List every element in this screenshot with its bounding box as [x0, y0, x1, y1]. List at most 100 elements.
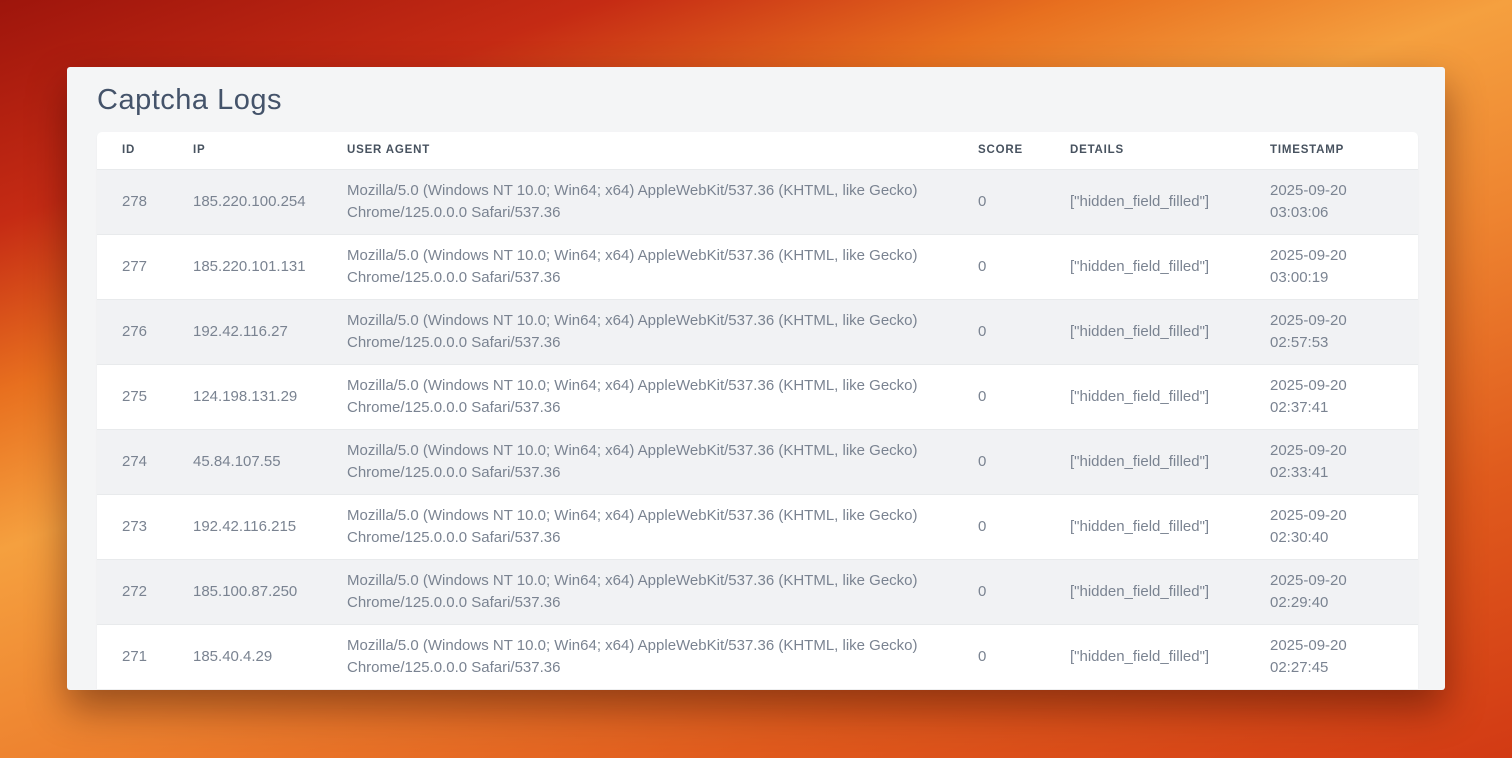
- cell-id: 275: [97, 364, 168, 429]
- table-row: 275 124.198.131.29 Mozilla/5.0 (Windows …: [97, 364, 1418, 429]
- cell-id: 274: [97, 429, 168, 494]
- cell-ip-text: 185.100.87.250: [193, 581, 297, 603]
- cell-timestamp: 2025-09-20 02:33:41: [1245, 429, 1418, 494]
- table-row: 272 185.100.87.250 Mozilla/5.0 (Windows …: [97, 559, 1418, 624]
- cell-ip: 185.220.101.131: [168, 234, 322, 299]
- cell-user-agent: Mozilla/5.0 (Windows NT 10.0; Win64; x64…: [322, 169, 953, 234]
- cell-id-text: 273: [122, 516, 147, 538]
- captcha-logs-table: ID IP USER AGENT SCORE DETAILS TIMESTAMP…: [97, 132, 1418, 689]
- cell-timestamp: 2025-09-20 03:03:06: [1245, 169, 1418, 234]
- cell-ip: 124.198.131.29: [168, 364, 322, 429]
- cell-user-agent-text: Mozilla/5.0 (Windows NT 10.0; Win64; x64…: [347, 505, 933, 549]
- cell-timestamp-text: 2025-09-20 02:27:45: [1270, 635, 1370, 679]
- cell-details: ["hidden_field_filled"]: [1045, 169, 1245, 234]
- cell-ip-text: 185.220.100.254: [193, 191, 306, 213]
- cell-score: 0: [953, 299, 1045, 364]
- cell-timestamp-text: 2025-09-20 03:03:06: [1270, 180, 1370, 224]
- cell-timestamp: 2025-09-20 03:00:19: [1245, 234, 1418, 299]
- cell-user-agent-text: Mozilla/5.0 (Windows NT 10.0; Win64; x64…: [347, 180, 933, 224]
- cell-user-agent-text: Mozilla/5.0 (Windows NT 10.0; Win64; x64…: [347, 635, 933, 679]
- cell-score-text: 0: [978, 386, 986, 408]
- column-header-user-agent: USER AGENT: [322, 132, 953, 169]
- cell-user-agent-text: Mozilla/5.0 (Windows NT 10.0; Win64; x64…: [347, 310, 933, 354]
- cell-id: 276: [97, 299, 168, 364]
- cell-details: ["hidden_field_filled"]: [1045, 559, 1245, 624]
- cell-details-text: ["hidden_field_filled"]: [1070, 451, 1209, 473]
- cell-score: 0: [953, 559, 1045, 624]
- cell-timestamp-text: 2025-09-20 02:37:41: [1270, 375, 1370, 419]
- cell-id-text: 276: [122, 321, 147, 343]
- cell-ip: 192.42.116.215: [168, 494, 322, 559]
- captcha-logs-card: Captcha Logs ID IP USER AGENT SCORE DETA…: [67, 67, 1445, 690]
- cell-id: 273: [97, 494, 168, 559]
- cell-timestamp: 2025-09-20 02:27:45: [1245, 624, 1418, 689]
- cell-user-agent-text: Mozilla/5.0 (Windows NT 10.0; Win64; x64…: [347, 245, 933, 289]
- cell-timestamp: 2025-09-20 02:57:53: [1245, 299, 1418, 364]
- column-header-score: SCORE: [953, 132, 1045, 169]
- header-row: ID IP USER AGENT SCORE DETAILS TIMESTAMP: [97, 132, 1418, 169]
- cell-timestamp: 2025-09-20 02:37:41: [1245, 364, 1418, 429]
- cell-timestamp-text: 2025-09-20 02:57:53: [1270, 310, 1370, 354]
- cell-id-text: 272: [122, 581, 147, 603]
- cell-user-agent-text: Mozilla/5.0 (Windows NT 10.0; Win64; x64…: [347, 570, 933, 614]
- cell-user-agent-text: Mozilla/5.0 (Windows NT 10.0; Win64; x64…: [347, 440, 933, 484]
- cell-timestamp-text: 2025-09-20 02:33:41: [1270, 440, 1370, 484]
- cell-id-text: 274: [122, 451, 147, 473]
- cell-id-text: 271: [122, 646, 147, 668]
- cell-user-agent: Mozilla/5.0 (Windows NT 10.0; Win64; x64…: [322, 494, 953, 559]
- page-title: Captcha Logs: [67, 67, 1445, 132]
- cell-timestamp-text: 2025-09-20 02:29:40: [1270, 570, 1370, 614]
- cell-details-text: ["hidden_field_filled"]: [1070, 321, 1209, 343]
- cell-details: ["hidden_field_filled"]: [1045, 234, 1245, 299]
- column-header-ip: IP: [168, 132, 322, 169]
- cell-ip: 192.42.116.27: [168, 299, 322, 364]
- cell-details-text: ["hidden_field_filled"]: [1070, 256, 1209, 278]
- table-row: 277 185.220.101.131 Mozilla/5.0 (Windows…: [97, 234, 1418, 299]
- table-header: ID IP USER AGENT SCORE DETAILS TIMESTAMP: [97, 132, 1418, 169]
- cell-user-agent: Mozilla/5.0 (Windows NT 10.0; Win64; x64…: [322, 429, 953, 494]
- cell-id: 277: [97, 234, 168, 299]
- table-row: 278 185.220.100.254 Mozilla/5.0 (Windows…: [97, 169, 1418, 234]
- table-row: 273 192.42.116.215 Mozilla/5.0 (Windows …: [97, 494, 1418, 559]
- cell-score: 0: [953, 624, 1045, 689]
- cell-ip-text: 185.220.101.131: [193, 256, 306, 278]
- cell-details-text: ["hidden_field_filled"]: [1070, 516, 1209, 538]
- cell-user-agent: Mozilla/5.0 (Windows NT 10.0; Win64; x64…: [322, 364, 953, 429]
- table-row: 276 192.42.116.27 Mozilla/5.0 (Windows N…: [97, 299, 1418, 364]
- cell-ip: 185.40.4.29: [168, 624, 322, 689]
- cell-timestamp-text: 2025-09-20 02:30:40: [1270, 505, 1370, 549]
- cell-ip-text: 192.42.116.27: [193, 321, 288, 343]
- column-header-details: DETAILS: [1045, 132, 1245, 169]
- cell-score: 0: [953, 364, 1045, 429]
- cell-ip-text: 45.84.107.55: [193, 451, 281, 473]
- cell-score-text: 0: [978, 451, 986, 473]
- cell-id-text: 275: [122, 386, 147, 408]
- cell-details: ["hidden_field_filled"]: [1045, 299, 1245, 364]
- cell-ip: 45.84.107.55: [168, 429, 322, 494]
- cell-ip-text: 192.42.116.215: [193, 516, 296, 538]
- cell-score: 0: [953, 494, 1045, 559]
- column-header-timestamp: TIMESTAMP: [1245, 132, 1418, 169]
- table-row: 271 185.40.4.29 Mozilla/5.0 (Windows NT …: [97, 624, 1418, 689]
- table-row: 274 45.84.107.55 Mozilla/5.0 (Windows NT…: [97, 429, 1418, 494]
- cell-score: 0: [953, 429, 1045, 494]
- cell-details-text: ["hidden_field_filled"]: [1070, 581, 1209, 603]
- cell-score-text: 0: [978, 581, 986, 603]
- cell-id: 278: [97, 169, 168, 234]
- cell-user-agent: Mozilla/5.0 (Windows NT 10.0; Win64; x64…: [322, 624, 953, 689]
- table-body: 278 185.220.100.254 Mozilla/5.0 (Windows…: [97, 169, 1418, 689]
- cell-details-text: ["hidden_field_filled"]: [1070, 191, 1209, 213]
- cell-details: ["hidden_field_filled"]: [1045, 364, 1245, 429]
- cell-timestamp: 2025-09-20 02:29:40: [1245, 559, 1418, 624]
- cell-ip-text: 124.198.131.29: [193, 386, 297, 408]
- cell-details: ["hidden_field_filled"]: [1045, 429, 1245, 494]
- cell-score-text: 0: [978, 256, 986, 278]
- cell-id: 271: [97, 624, 168, 689]
- cell-timestamp: 2025-09-20 02:30:40: [1245, 494, 1418, 559]
- cell-details-text: ["hidden_field_filled"]: [1070, 386, 1209, 408]
- cell-user-agent: Mozilla/5.0 (Windows NT 10.0; Win64; x64…: [322, 559, 953, 624]
- cell-score-text: 0: [978, 516, 986, 538]
- column-header-id: ID: [97, 132, 168, 169]
- logs-table-container: ID IP USER AGENT SCORE DETAILS TIMESTAMP…: [97, 132, 1418, 689]
- cell-id-text: 278: [122, 191, 147, 213]
